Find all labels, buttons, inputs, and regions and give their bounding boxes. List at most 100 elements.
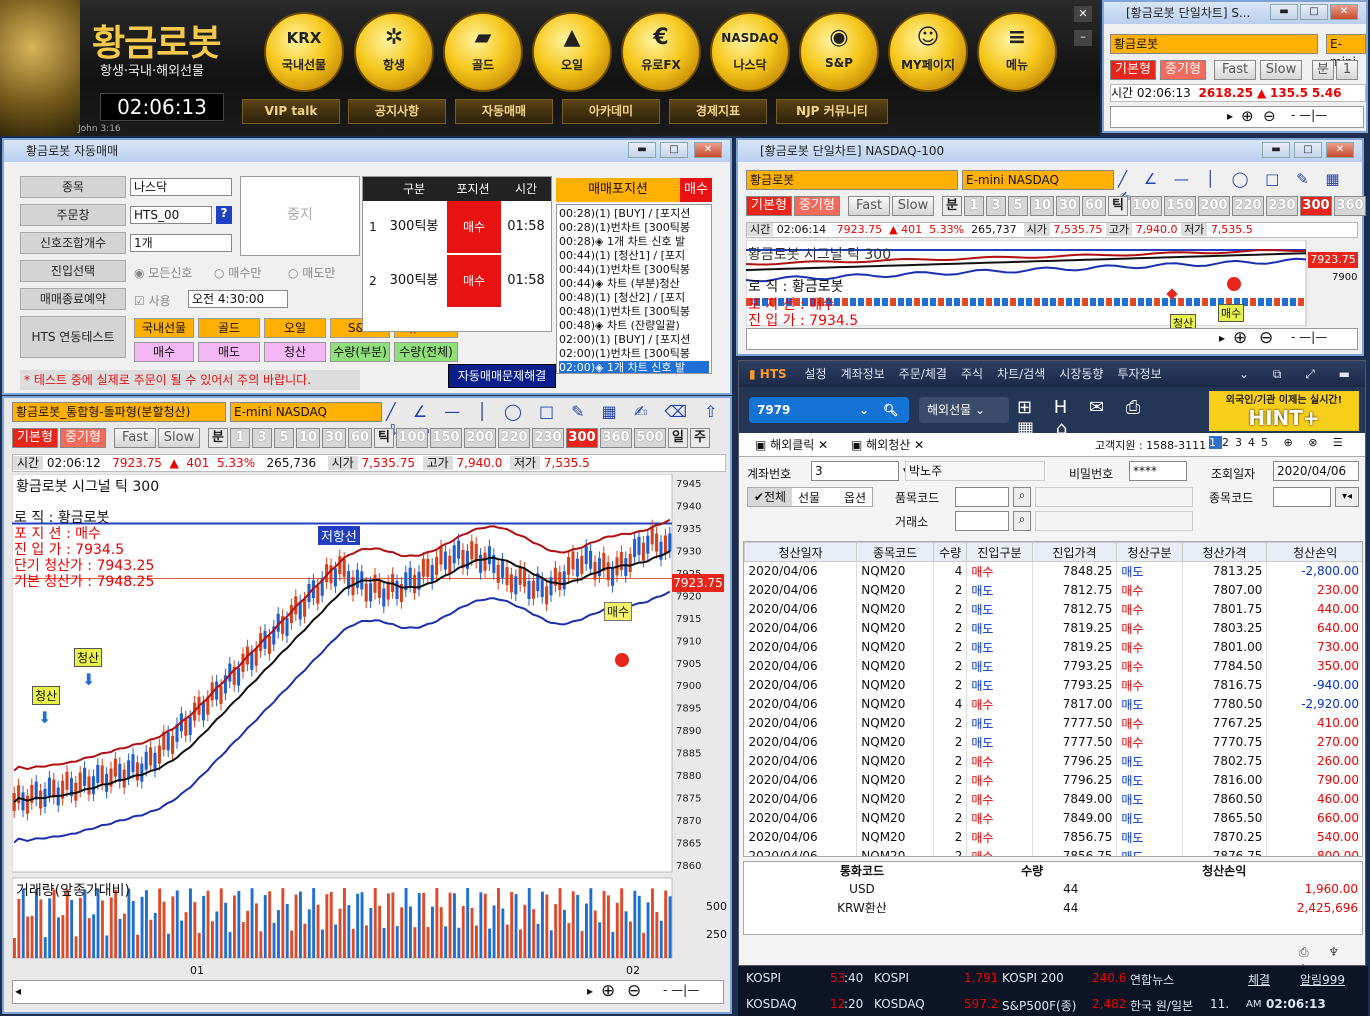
page-tabs[interactable]: 12345 ⊕ ⊗ ☰: [1209, 436, 1349, 449]
search-icon[interactable]: 🔍︎: [883, 397, 898, 423]
drawing-toolbar[interactable]: ╱ ∠ — │ ◯ □ ✎ ▦ ✍ ⌫ ⇧ ⇩ ⇦: [386, 402, 732, 440]
close-icon[interactable]: ✕: [694, 142, 722, 158]
zoom-out-icon[interactable]: ⊖: [1259, 328, 1273, 348]
timeframe-3[interactable]: Slow: [158, 428, 200, 448]
timeframe-21[interactable]: 주: [690, 428, 710, 448]
col-header[interactable]: 종목코드: [856, 542, 934, 562]
zoom-out-icon[interactable]: ⊖: [1263, 107, 1276, 125]
zoom-in-icon[interactable]: ⊕: [601, 981, 615, 1001]
timeframe-7[interactable]: 5: [1008, 196, 1028, 216]
timeframe-19[interactable]: 500: [634, 428, 666, 448]
exchange-input[interactable]: [955, 511, 1009, 531]
table-row[interactable]: 2020/04/06 NQM20 2 매수 7849.00 매도 7865.50 660.00: [744, 808, 1362, 828]
ticker-news[interactable]: 연합뉴스: [1130, 971, 1174, 988]
nasdaq-scrollbar[interactable]: ▸ ⊕ ⊖ - —|—: [746, 328, 1358, 350]
test-btn-buy[interactable]: 매수: [134, 342, 194, 362]
mini-scrollbar[interactable]: ▸ ⊕ ⊖ - —|—: [1110, 106, 1364, 128]
tab-overseas-click[interactable]: ▣ 해외클릭 ✕: [755, 436, 828, 453]
page-4[interactable]: 4: [1248, 436, 1261, 449]
scroll-right-icon[interactable]: ▸: [1219, 331, 1225, 345]
timeframe-18[interactable]: 360: [600, 428, 632, 448]
timeframe-8[interactable]: 10: [1030, 196, 1054, 216]
hts-tool-icons[interactable]: ⊞ H ✉ ⎙ ▦ ⌂: [1017, 397, 1177, 439]
close-icon[interactable]: ✕: [1330, 4, 1358, 20]
timeframe-14[interactable]: 200: [464, 428, 496, 448]
minimize-icon[interactable]: ▬: [1270, 4, 1298, 20]
timeframe-9[interactable]: 30: [322, 428, 346, 448]
mini-tab-fast[interactable]: Fast: [1214, 60, 1256, 80]
col-header[interactable]: 수량: [932, 542, 968, 562]
timeframe-9[interactable]: 30: [1056, 196, 1080, 216]
entry-radio-buy[interactable]: ○ 매수만: [214, 264, 261, 281]
hts-menu-item[interactable]: 시장동향: [1059, 367, 1103, 381]
mini-tab-basic[interactable]: 기본형: [1110, 60, 1156, 80]
test-btn-gold[interactable]: 골드: [198, 318, 260, 338]
filter-all[interactable]: ✔전체: [748, 488, 792, 506]
table-row[interactable]: 2020/04/06 NQM20 2 매수 7849.00 매도 7860.50 460.00: [744, 789, 1362, 809]
mini-tab-1[interactable]: 1: [1336, 60, 1358, 80]
account-input[interactable]: 3: [811, 461, 899, 481]
mini-symbol-select[interactable]: 황금로봇: [1110, 34, 1318, 54]
gold-button-krx[interactable]: KRX 국내선물: [264, 12, 344, 92]
table-row[interactable]: 2020/04/06 NQM20 2 매수 7856.75 매도 7876.75 800.00: [744, 846, 1362, 856]
timeframe-0[interactable]: 기본형: [12, 428, 58, 448]
table-row[interactable]: 2020/04/06 NQM20 2 매도 7819.25 매수 7803.25 640.00: [744, 618, 1362, 638]
mini-tab-slow[interactable]: Slow: [1260, 60, 1302, 80]
timeframe-18[interactable]: 360: [1334, 196, 1366, 216]
mini-tab-mid[interactable]: 중기형: [1160, 60, 1206, 80]
signal-count-select[interactable]: 1개: [130, 234, 232, 252]
tab-auto-trade[interactable]: 자동매매: [455, 99, 553, 124]
table-row[interactable]: 2020/04/06 NQM20 2 매도 7777.50 매수 7770.75 270.00: [744, 732, 1362, 752]
timeframe-1[interactable]: 중기형: [794, 196, 840, 216]
zoom-in-icon[interactable]: ⊕: [1233, 328, 1247, 348]
nasdaq-symbol-select[interactable]: 황금로봇: [746, 170, 958, 190]
hts-menu-item[interactable]: 주문/체결: [899, 367, 947, 381]
item-select[interactable]: 나스닥: [130, 178, 232, 196]
timeframe-17[interactable]: 300: [566, 428, 598, 448]
gold-button-oil[interactable]: ▲ 오일: [532, 12, 612, 92]
product-field[interactable]: E-mini NASDAQ: [230, 402, 382, 422]
timeframe-12[interactable]: 100: [1130, 196, 1162, 216]
tab-notice[interactable]: 공지사항: [348, 99, 446, 124]
scroll-right-icon[interactable]: ▸: [1227, 109, 1233, 123]
table-row[interactable]: 2020/04/06 NQM20 2 매도 7777.50 매수 7767.25 410.00: [744, 713, 1362, 733]
test-btn-sell[interactable]: 매도: [198, 342, 260, 362]
minimize-icon[interactable]: ▬: [628, 142, 656, 158]
timeframe-11[interactable]: 틱: [374, 428, 394, 448]
table-row[interactable]: 2020/04/06 NQM20 4 매수 7817.00 매도 7780.50 -2,920…: [744, 694, 1362, 714]
hint-ad-banner[interactable]: 외국인/기관 이제는 실시간! HINT+: [1209, 391, 1359, 431]
chart-scrollbar[interactable]: ◂ ▸ ⊕ ⊖ - —|—: [12, 980, 724, 1004]
test-btn-domestic[interactable]: 국내선물: [134, 318, 194, 338]
page-5[interactable]: 5: [1261, 436, 1274, 449]
gold-button-snp[interactable]: ◉ S&P: [799, 12, 879, 92]
timeframe-2[interactable]: Fast: [114, 428, 156, 448]
tab-academy[interactable]: 아카데미: [562, 99, 660, 124]
hts-menu-item[interactable]: 투자정보: [1117, 367, 1161, 381]
col-header[interactable]: 청산일자: [744, 542, 858, 562]
test-btn-qty-part[interactable]: 수량(부분): [330, 342, 390, 362]
col-header[interactable]: 청산손익: [1266, 542, 1362, 562]
trade-log[interactable]: 00:28)(1) [BUY] / [포지션 00:28)(1)번차트 [300틱…: [556, 204, 712, 374]
timeframe-5[interactable]: 1: [230, 428, 250, 448]
mini-tab-minute[interactable]: 분: [1312, 60, 1334, 80]
gold-button-gold[interactable]: ▰ 골드: [443, 12, 523, 92]
timeframe-2[interactable]: Fast: [848, 196, 890, 216]
mini-product-field[interactable]: E-mini: [1326, 34, 1366, 69]
zoom-slider-icon[interactable]: - —|—: [1291, 108, 1327, 122]
scroll-right-icon[interactable]: ▸: [587, 984, 593, 998]
hts-menu-item[interactable]: 주식: [961, 367, 983, 381]
table-row[interactable]: 2020/04/06 NQM20 2 매도 7793.25 매수 7784.50 350.00: [744, 656, 1362, 676]
hts-menu-item[interactable]: 계좌정보: [841, 367, 885, 381]
col-header[interactable]: 청산구분: [1116, 542, 1183, 562]
maximize-icon[interactable]: □: [660, 142, 688, 158]
test-btn-qty-all[interactable]: 수량(전체): [394, 342, 458, 362]
col-header[interactable]: 진입구분: [966, 542, 1033, 562]
tab-njp-community[interactable]: NJP 커뮤니티: [776, 99, 888, 124]
table-row[interactable]: 2020/04/06 NQM20 2 매수 7856.75 매도 7870.25 540.00: [744, 827, 1362, 847]
entry-radio-sell[interactable]: ○ 매도만: [288, 264, 335, 281]
timeframe-16[interactable]: 230: [1266, 196, 1298, 216]
order-window-select[interactable]: HTS_00: [130, 206, 212, 224]
timeframe-20[interactable]: 일: [668, 428, 688, 448]
nasdaq-product-field[interactable]: E-mini NASDAQ: [962, 170, 1114, 190]
timeframe-7[interactable]: 5: [274, 428, 294, 448]
